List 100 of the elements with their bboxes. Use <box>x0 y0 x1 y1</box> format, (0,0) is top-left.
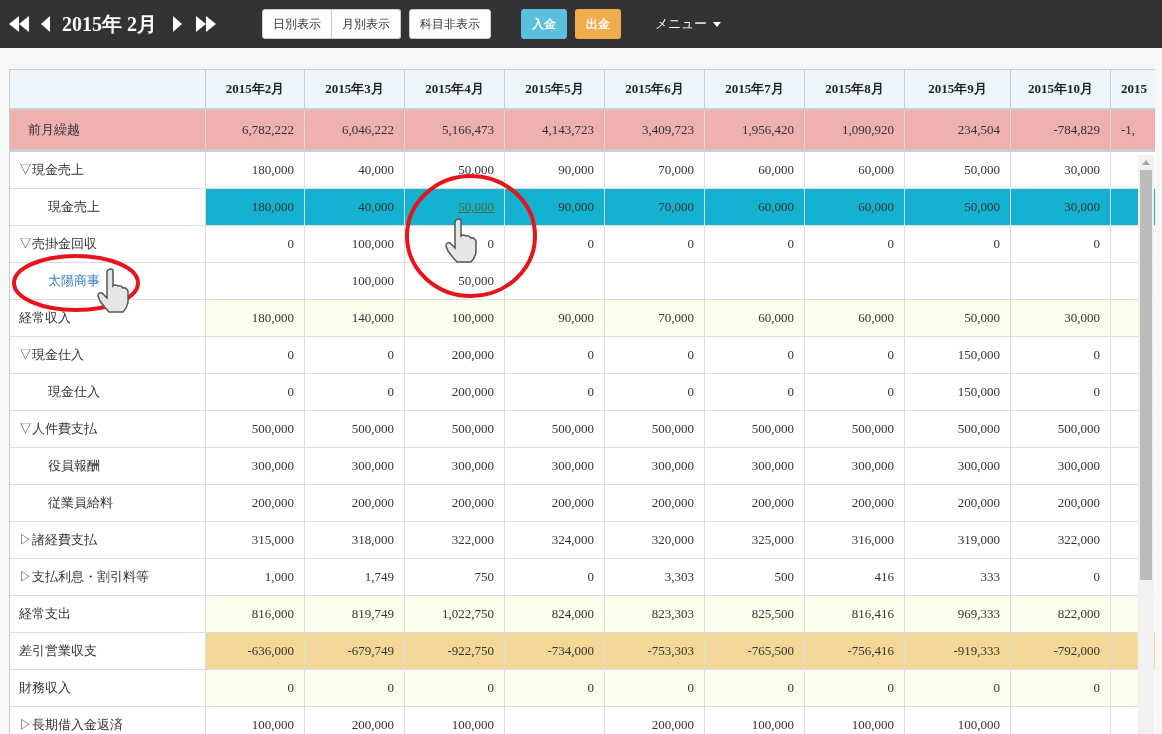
table-cell-text: 0 <box>1093 383 1100 402</box>
table-row[interactable]: 太陽商事 100,000 50,000 <box>10 263 1155 300</box>
table-cell-text: 500,000 <box>351 420 394 439</box>
table-cell-text: 324,000 <box>551 531 594 550</box>
table-cell-text: 0 <box>1093 346 1100 365</box>
table-cell-text: 0 <box>787 679 794 698</box>
table-cell-text: 500,000 <box>651 420 694 439</box>
table-cell-text: 300,000 <box>751 457 794 476</box>
row-label[interactable]: ▽現金売上 <box>19 160 84 180</box>
hide-accounts-button[interactable]: 科目非表示 <box>409 9 491 39</box>
row-label[interactable]: ▽売掛金回収 <box>19 234 97 254</box>
view-button[interactable]: 日別表示 <box>262 9 332 39</box>
table-cell-text: -734,000 <box>547 642 594 661</box>
table-row[interactable]: ▽現金売上 180,000 40,000 50,000 90,000 70,000 60,000 60,000 50,000 30,000 <box>10 152 1155 189</box>
table-cell-text: 325,000 <box>751 531 794 550</box>
table-cell-text: 0 <box>687 235 694 254</box>
table-cell-text: 0 <box>287 679 294 698</box>
table-cell-text: 1,000 <box>264 568 294 587</box>
row-label[interactable]: ▷諸経費支払 <box>19 530 97 550</box>
column-header: 2015年2月 <box>225 80 285 99</box>
table-row[interactable]: ▽現金仕入 0 0 200,000 0 0 0 0 150,000 0 <box>10 337 1155 374</box>
table-row[interactable]: ▷諸経費支払 315,000 318,000 322,000 324,000 320,000 325,000 316,000 319,000 322,000 <box>10 522 1155 559</box>
view-button[interactable]: 月別表示 <box>332 9 401 39</box>
table-cell-text: 824,000 <box>551 605 594 624</box>
table-cell-text: -919,333 <box>953 642 1000 661</box>
table-cell-text: 0 <box>587 679 594 698</box>
next-icon[interactable] <box>173 15 183 33</box>
table-row[interactable]: ▽人件費支払 500,000 500,000 500,000 500,000 500,000 500,000 500,000 500,000 500,000 <box>10 411 1155 448</box>
column-header: 2015年7月 <box>725 80 784 99</box>
table-cell-text: 1,749 <box>364 568 394 587</box>
table-cell-text: 200,000 <box>251 494 294 513</box>
table-cell-text: 0 <box>487 235 494 254</box>
table-cell-text: 0 <box>387 346 394 365</box>
table-cell-text: 90,000 <box>558 161 594 180</box>
table-cell-text: 200,000 <box>451 346 494 365</box>
table-cell-text: 70,000 <box>658 198 694 217</box>
table-cell-text: 60,000 <box>858 161 894 180</box>
table-cell-text: 70,000 <box>658 161 694 180</box>
table-cell-text: 60,000 <box>858 198 894 217</box>
table-row[interactable]: ▷支払利息・割引料等 1,000 1,749 750 0 3,303 500 416 333 0 <box>10 559 1155 596</box>
table-cell-text: 322,000 <box>451 531 494 550</box>
table-cell-text: 1,022,750 <box>442 605 494 624</box>
table-cell-text: 0 <box>487 679 494 698</box>
table-cell-text: 319,000 <box>957 531 1000 550</box>
table-cell-text: -765,500 <box>747 642 794 661</box>
table-cell-text: 0 <box>1093 235 1100 254</box>
table-cell-text: 200,000 <box>1057 494 1100 513</box>
table-cell-text: 1,956,420 <box>742 120 794 139</box>
column-header: 2015年9月 <box>928 80 987 99</box>
column-header: 2015年4月 <box>425 80 484 99</box>
scrollbar[interactable] <box>1138 155 1154 734</box>
row-label[interactable]: ▽人件費支払 <box>19 419 97 439</box>
table-cell-text: 30,000 <box>1064 309 1100 328</box>
last-page-icon[interactable] <box>195 15 217 33</box>
table-cell-text: -753,303 <box>647 642 694 661</box>
row-label[interactable]: ▽現金仕入 <box>19 345 84 365</box>
table-row[interactable]: ▷長期借入金返済 100,000 200,000 100,000 200,000 100,000 100,000 100,000 <box>10 707 1155 734</box>
row-label: 差引営業収支 <box>19 642 97 661</box>
table-row[interactable]: 従業員給料 200,000 200,000 200,000 200,000 200,000 200,000 200,000 200,000 200,000 <box>10 485 1155 522</box>
table-cell-text: 0 <box>1093 679 1100 698</box>
table-row[interactable]: 差引営業収支 -636,000 -679,749 -922,750 -734,000 -753,303 -765,500 -756,416 -919,333 -792,000 <box>10 633 1155 670</box>
table-cell-text: 3,409,723 <box>642 120 694 139</box>
caret-icon[interactable] <box>713 21 721 27</box>
column-header: 2015年10月 <box>1028 80 1093 99</box>
table-cell-text: 500,000 <box>1057 420 1100 439</box>
hand-cursor-icon <box>444 218 478 264</box>
table-cell-text: 200,000 <box>551 494 594 513</box>
column-header: 2015 <box>1121 80 1147 99</box>
table-row[interactable]: 役員報酬 300,000 300,000 300,000 300,000 300,000 300,000 300,000 300,000 300,000 <box>10 448 1155 485</box>
table-row[interactable]: 経常支出 816,000 819,749 1,022,750 824,000 823,303 825,500 816,416 969,333 822,000 <box>10 596 1155 633</box>
table-cell-text: -1, <box>1121 120 1136 139</box>
menu-button[interactable]: メニュー <box>653 9 723 39</box>
table-cell-text: 200,000 <box>751 494 794 513</box>
table-cell-text: 322,000 <box>1057 531 1100 550</box>
table-cell-text: 70,000 <box>658 309 694 328</box>
table-cell-text: 0 <box>587 346 594 365</box>
table-cell-text: 50,000 <box>458 272 494 291</box>
table-row[interactable]: 現金売上 180,000 40,000 50,000 90,000 70,000 60,000 60,000 50,000 30,000 <box>10 189 1155 226</box>
table-row[interactable]: ▽売掛金回収 0 100,000 0 0 0 0 0 0 0 <box>10 226 1155 263</box>
row-label: 財務収入 <box>19 679 71 698</box>
first-page-icon[interactable] <box>8 15 30 33</box>
table-cell-text: 500,000 <box>851 420 894 439</box>
table-cell-text: 200,000 <box>851 494 894 513</box>
table-cell-text: 60,000 <box>758 198 794 217</box>
previous-icon[interactable] <box>40 15 50 33</box>
account-link[interactable]: 太陽商事 <box>48 271 100 291</box>
table-row[interactable]: 現金仕入 0 0 200,000 0 0 0 0 150,000 0 <box>10 374 1155 411</box>
row-label[interactable]: ▷支払利息・割引料等 <box>19 567 149 587</box>
table-cell-text: 0 <box>587 235 594 254</box>
table-row[interactable]: 財務収入 0 0 0 0 0 0 0 0 0 <box>10 670 1155 707</box>
column-header: 2015年5月 <box>525 80 584 99</box>
table-cell-text: -922,750 <box>447 642 494 661</box>
row-label[interactable]: ▷長期借入金返済 <box>19 715 123 734</box>
table-cell-text: -792,000 <box>1053 642 1100 661</box>
table-cell-text: -756,416 <box>847 642 894 661</box>
row-label: 現金仕入 <box>48 383 100 402</box>
table-row[interactable]: 経常収入 180,000 140,000 100,000 90,000 70,000 60,000 60,000 50,000 30,000 <box>10 300 1155 337</box>
table-cell-text: 60,000 <box>758 309 794 328</box>
table-cell-text: 823,303 <box>651 605 694 624</box>
table-cell-text: 50,000 <box>964 198 1000 217</box>
